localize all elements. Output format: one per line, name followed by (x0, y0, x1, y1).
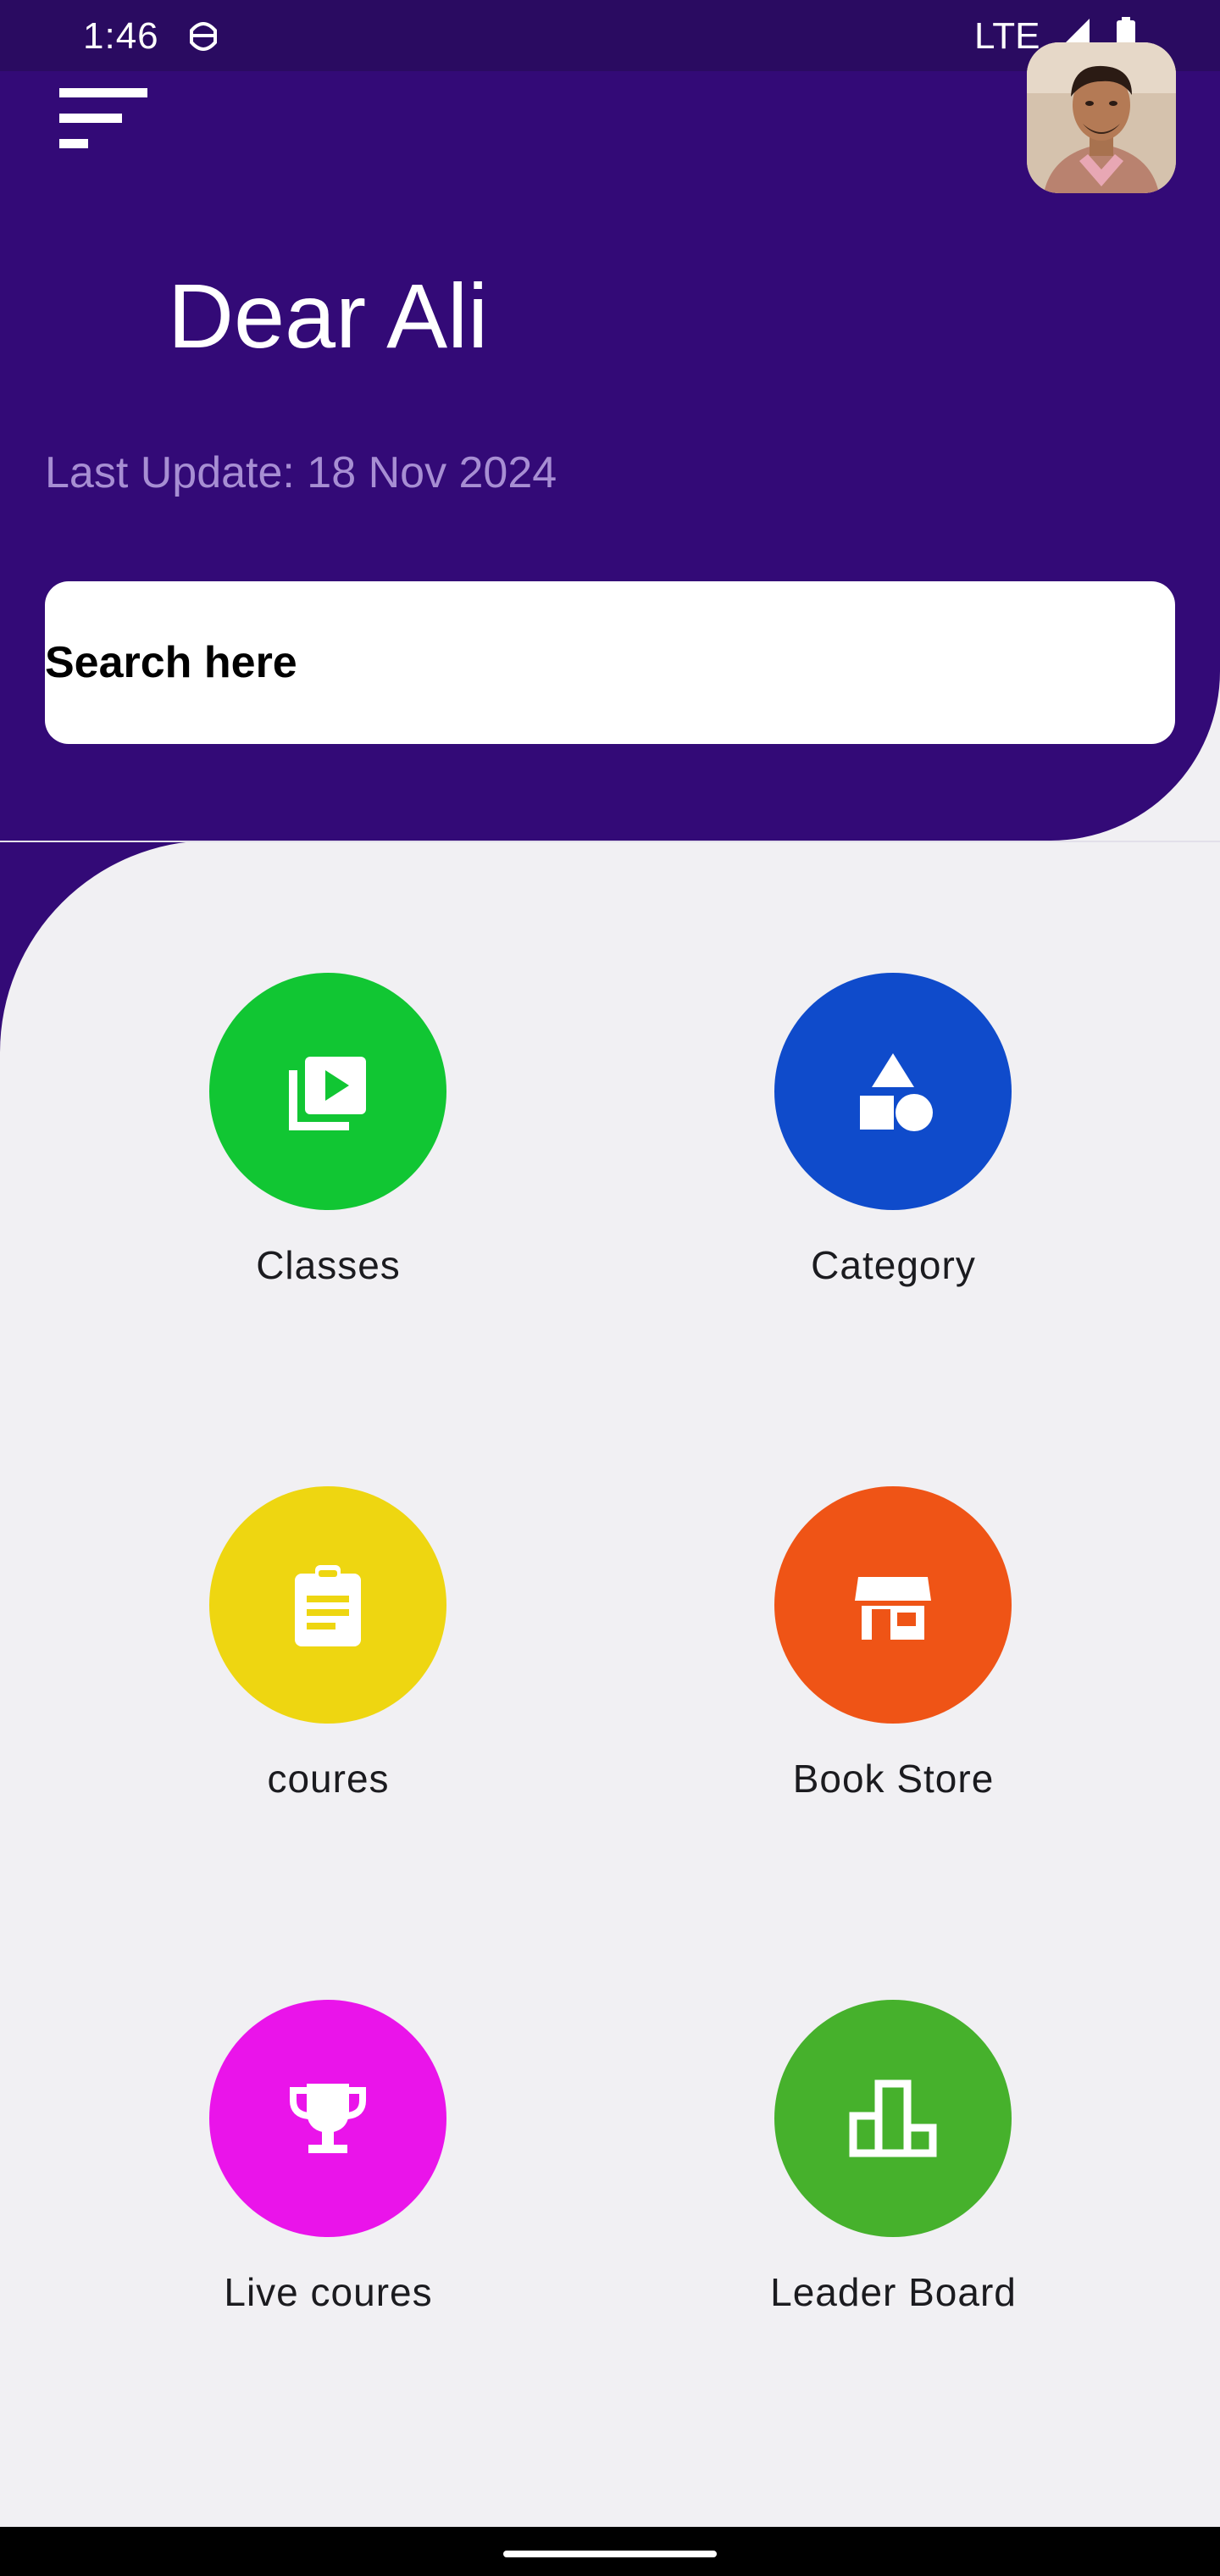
search-input[interactable] (45, 581, 1175, 744)
menu-sort-icon[interactable] (56, 85, 151, 153)
status-network: LTE (974, 15, 1040, 57)
android-debug-icon (190, 22, 217, 51)
tile-label: Category (811, 1243, 976, 1287)
tile-book-store[interactable]: Book Store (658, 1486, 1082, 1842)
tile-classes[interactable]: Classes (93, 973, 517, 1329)
storefront-icon (774, 1486, 1012, 1724)
profile-photo (1027, 42, 1176, 193)
tile-label: coures (267, 1757, 390, 1801)
clipboard-icon (209, 1486, 446, 1724)
tile-label: Classes (256, 1243, 401, 1287)
divider (0, 841, 1220, 842)
tile-coures[interactable]: coures (93, 1486, 517, 1842)
greeting-title: Dear Ali (168, 264, 489, 367)
avatar[interactable] (1027, 42, 1176, 193)
video-library-icon (209, 973, 446, 1210)
trophy-icon (209, 2000, 446, 2237)
tile-leader-board[interactable]: Leader Board (658, 2000, 1082, 2356)
tile-label: Leader Board (770, 2270, 1017, 2314)
last-update-text: Last Update: 18 Nov 2024 (45, 448, 557, 497)
system-nav-bar (0, 2527, 1220, 2576)
tile-label: Book Store (792, 1757, 995, 1801)
home-gesture-handle[interactable] (503, 2551, 717, 2557)
tile-category[interactable]: Category (658, 973, 1082, 1329)
tile-label: Live coures (224, 2270, 433, 2314)
status-time: 1:46 (83, 15, 159, 57)
leaderboard-icon (774, 2000, 1012, 2237)
tile-live-coures[interactable]: Live coures (93, 2000, 517, 2356)
category-shapes-icon (774, 973, 1012, 1210)
